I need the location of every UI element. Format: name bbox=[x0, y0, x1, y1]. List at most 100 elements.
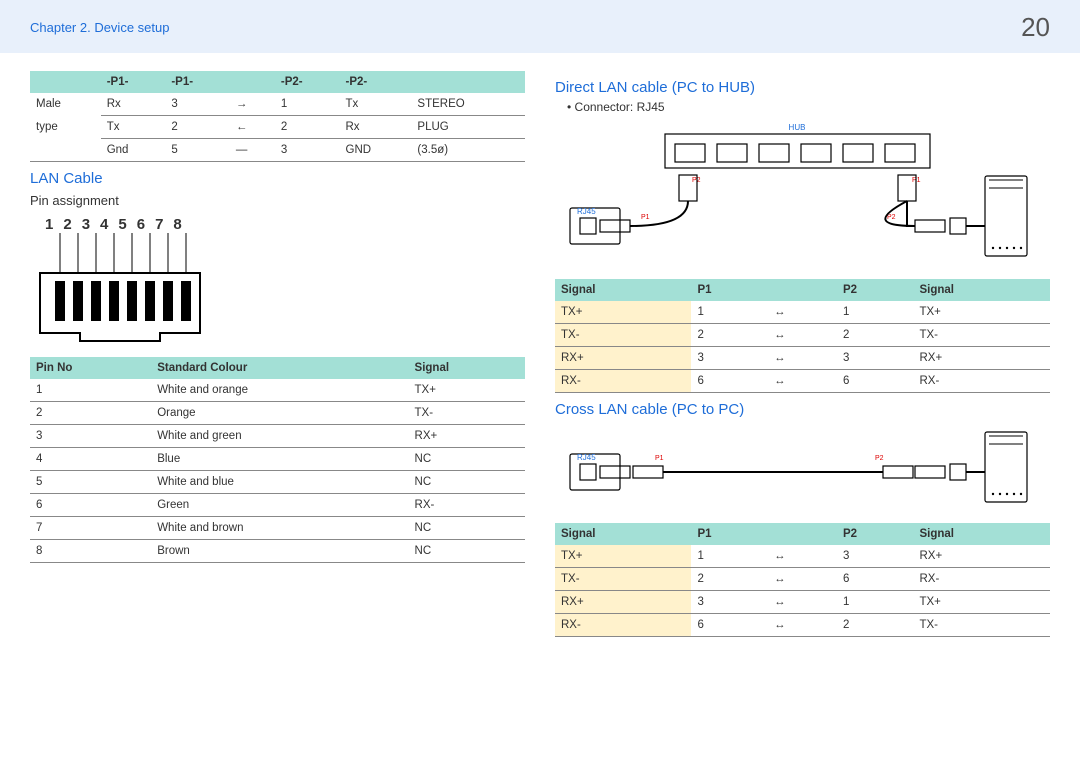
table-cell: TX- bbox=[555, 324, 691, 347]
table-cell: 8 bbox=[30, 540, 151, 563]
table-cell: ← bbox=[230, 116, 275, 139]
table-cell: 1 bbox=[837, 591, 914, 614]
table-cell: 3 bbox=[691, 347, 768, 370]
table-cell: 2 bbox=[691, 568, 768, 591]
table-row: 5White and blueNC bbox=[30, 471, 525, 494]
table-row: TX+1↔3RX+ bbox=[555, 545, 1050, 568]
table-cell: Rx bbox=[101, 93, 166, 116]
table-cell: NC bbox=[409, 540, 525, 563]
table-row: RX+3↔1TX+ bbox=[555, 591, 1050, 614]
table-cell: 3 bbox=[691, 591, 768, 614]
table-cell: ↔ bbox=[768, 568, 837, 591]
table-header: Signal bbox=[913, 279, 1050, 301]
rj45-label-l: RJ45 bbox=[577, 207, 596, 216]
table-header bbox=[411, 71, 525, 93]
table-cell: Gnd bbox=[101, 139, 166, 162]
table-row: 3White and greenRX+ bbox=[30, 425, 525, 448]
connector-label: Connector: RJ45 bbox=[555, 100, 1050, 114]
table-cell: RX+ bbox=[913, 347, 1050, 370]
table-cell: 1 bbox=[837, 301, 914, 324]
table-row: RX-6↔6RX- bbox=[555, 370, 1050, 393]
rj45-label-l2: RJ45 bbox=[577, 453, 596, 462]
table-cell: Green bbox=[151, 494, 408, 517]
table-cell: 3 bbox=[837, 545, 914, 568]
table-cell: White and blue bbox=[151, 471, 408, 494]
p1-label-l: P1 bbox=[641, 214, 650, 221]
table-cell: GND bbox=[340, 139, 412, 162]
table-cell: White and green bbox=[151, 425, 408, 448]
table-header: Signal bbox=[913, 523, 1050, 545]
table-cell: 1 bbox=[30, 379, 151, 402]
table-cell: 3 bbox=[275, 139, 340, 162]
table-cell: RX+ bbox=[555, 591, 691, 614]
table-cell: RX- bbox=[913, 370, 1050, 393]
table-cell: 5 bbox=[30, 471, 151, 494]
table-cell: 1 bbox=[691, 301, 768, 324]
table-cell: TX- bbox=[913, 324, 1050, 347]
table-cell: TX+ bbox=[555, 301, 691, 324]
pin-label: 3 bbox=[82, 216, 92, 233]
table-row: RX-6↔2TX- bbox=[555, 614, 1050, 637]
table-cell: 2 bbox=[691, 324, 768, 347]
table-cell: 3 bbox=[165, 93, 230, 116]
hub-p2-label: P2 bbox=[692, 177, 701, 184]
table-cell: PLUG bbox=[411, 116, 525, 139]
cross-lan-heading: Cross LAN cable (PC to PC) bbox=[555, 401, 1050, 418]
table-header: P2 bbox=[837, 523, 914, 545]
table-cell: Rx bbox=[340, 116, 412, 139]
table-header: Signal bbox=[555, 279, 691, 301]
table-cell: ↔ bbox=[768, 591, 837, 614]
table-cell: TX+ bbox=[555, 545, 691, 568]
table-cell: 2 bbox=[837, 324, 914, 347]
table-cell: 3 bbox=[30, 425, 151, 448]
table-cell: Male bbox=[30, 93, 101, 116]
table-cell: ↔ bbox=[768, 370, 837, 393]
table-cell: Tx bbox=[340, 93, 412, 116]
table-cell: 6 bbox=[837, 568, 914, 591]
direct-lan-table: SignalP1P2Signal TX+1↔1TX+TX-2↔2TX-RX+3↔… bbox=[555, 279, 1050, 393]
stereo-plug-table: -P1--P1--P2--P2- MaleRx3→1TxSTEREOtypeTx… bbox=[30, 71, 525, 162]
table-header bbox=[30, 71, 101, 93]
table-cell: 6 bbox=[691, 614, 768, 637]
pin-label: 2 bbox=[63, 216, 73, 233]
table-cell: RX- bbox=[555, 614, 691, 637]
table-cell: 6 bbox=[837, 370, 914, 393]
pin-label: 5 bbox=[118, 216, 128, 233]
table-header: P1 bbox=[691, 523, 768, 545]
table-row: 7White and brownNC bbox=[30, 517, 525, 540]
table-header bbox=[768, 279, 837, 301]
table-cell: type bbox=[30, 116, 101, 139]
table-row: 2OrangeTX- bbox=[30, 402, 525, 425]
table-cell: ↔ bbox=[768, 324, 837, 347]
table-cell: ↔ bbox=[768, 614, 837, 637]
rj45-connector-diagram: 12345678 bbox=[30, 216, 525, 343]
table-cell: RX- bbox=[555, 370, 691, 393]
table-cell: 2 bbox=[165, 116, 230, 139]
table-cell: NC bbox=[409, 517, 525, 540]
right-column: Direct LAN cable (PC to HUB) Connector: … bbox=[555, 71, 1050, 637]
table-cell: TX+ bbox=[913, 301, 1050, 324]
table-row: 8BrownNC bbox=[30, 540, 525, 563]
table-row: 4BlueNC bbox=[30, 448, 525, 471]
rj45-leads bbox=[60, 233, 186, 273]
table-row: TX-2↔6RX- bbox=[555, 568, 1050, 591]
table-cell: Orange bbox=[151, 402, 408, 425]
table-row: TX-2↔2TX- bbox=[555, 324, 1050, 347]
table-header: -P1- bbox=[165, 71, 230, 93]
table-header: P1 bbox=[691, 279, 768, 301]
table-cell: 6 bbox=[30, 494, 151, 517]
table-header: P2 bbox=[837, 279, 914, 301]
table-cell: TX+ bbox=[409, 379, 525, 402]
pin-label: 1 bbox=[45, 216, 55, 233]
pin-label: 7 bbox=[155, 216, 165, 233]
table-cell: TX+ bbox=[913, 591, 1050, 614]
table-cell: ↔ bbox=[768, 301, 837, 324]
table-cell: RX+ bbox=[409, 425, 525, 448]
table-cell: 5 bbox=[165, 139, 230, 162]
table-cell: TX- bbox=[555, 568, 691, 591]
table-cell: RX+ bbox=[913, 545, 1050, 568]
table-header: -P1- bbox=[101, 71, 166, 93]
table-header bbox=[768, 523, 837, 545]
chapter-title: Chapter 2. Device setup bbox=[30, 20, 169, 35]
direct-lan-diagram: HUB P2 P1 RJ45 P1 bbox=[555, 120, 1050, 273]
